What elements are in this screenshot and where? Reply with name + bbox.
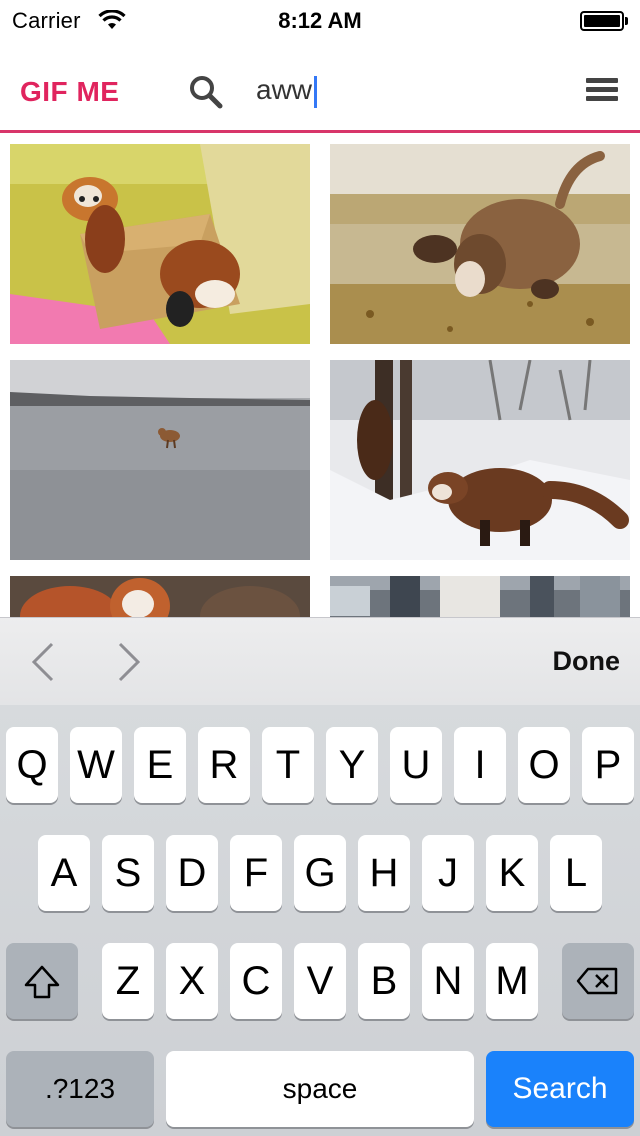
chevron-right-icon[interactable] xyxy=(108,640,148,684)
key-r[interactable]: R xyxy=(198,727,250,803)
space-key[interactable]: space xyxy=(166,1051,474,1127)
key-i[interactable]: I xyxy=(454,727,506,803)
gif-result-basset-hound[interactable] xyxy=(330,144,630,344)
search-key[interactable]: Search xyxy=(486,1051,634,1127)
chevron-left-icon[interactable] xyxy=(24,640,64,684)
key-t[interactable]: T xyxy=(262,727,314,803)
key-k[interactable]: K xyxy=(486,835,538,911)
app-header: GIF ME xyxy=(0,40,640,132)
keyboard-accessory-bar: Done xyxy=(0,617,640,705)
key-g[interactable]: G xyxy=(294,835,346,911)
key-v[interactable]: V xyxy=(294,943,346,1019)
key-u[interactable]: U xyxy=(390,727,442,803)
key-x[interactable]: X xyxy=(166,943,218,1019)
key-m[interactable]: M xyxy=(486,943,538,1019)
shift-icon xyxy=(24,965,60,999)
key-b[interactable]: B xyxy=(358,943,410,1019)
key-q[interactable]: Q xyxy=(6,727,58,803)
status-time: 8:12 AM xyxy=(278,8,362,33)
key-f[interactable]: F xyxy=(230,835,282,911)
status-bar: Carrier 8:12 AM xyxy=(0,0,640,40)
key-d[interactable]: D xyxy=(166,835,218,911)
app-logo[interactable]: GIF ME xyxy=(20,76,119,108)
gif-result-red-panda-snow[interactable] xyxy=(330,360,630,560)
gif-results-grid xyxy=(0,133,640,617)
battery-icon xyxy=(580,11,628,31)
key-y[interactable]: Y xyxy=(326,727,378,803)
search-icon[interactable] xyxy=(188,74,224,110)
gif-result-animal-fence[interactable] xyxy=(330,576,630,617)
delete-backspace-icon xyxy=(576,967,618,995)
key-s[interactable]: S xyxy=(102,835,154,911)
search-input[interactable] xyxy=(254,68,554,112)
key-c[interactable]: C xyxy=(230,943,282,1019)
key-l[interactable]: L xyxy=(550,835,602,911)
text-cursor xyxy=(314,76,317,108)
done-button[interactable]: Done xyxy=(553,646,621,677)
key-j[interactable]: J xyxy=(422,835,474,911)
key-n[interactable]: N xyxy=(422,943,474,1019)
gif-result-red-panda[interactable] xyxy=(10,576,310,617)
shift-key[interactable] xyxy=(6,943,78,1019)
key-w[interactable]: W xyxy=(70,727,122,803)
key-z[interactable]: Z xyxy=(102,943,154,1019)
delete-key[interactable] xyxy=(562,943,634,1019)
key-a[interactable]: A xyxy=(38,835,90,911)
numbers-key[interactable]: .?123 xyxy=(6,1051,154,1127)
gif-result-red-pandas-box[interactable] xyxy=(10,144,310,344)
gif-result-fox-lake[interactable] xyxy=(10,360,310,560)
key-o[interactable]: O xyxy=(518,727,570,803)
onscreen-keyboard: Q W E R T Y U I O P A S D F G H J K L Z … xyxy=(0,705,640,1136)
key-e[interactable]: E xyxy=(134,727,186,803)
hamburger-menu-icon[interactable] xyxy=(586,78,618,106)
key-h[interactable]: H xyxy=(358,835,410,911)
key-p[interactable]: P xyxy=(582,727,634,803)
